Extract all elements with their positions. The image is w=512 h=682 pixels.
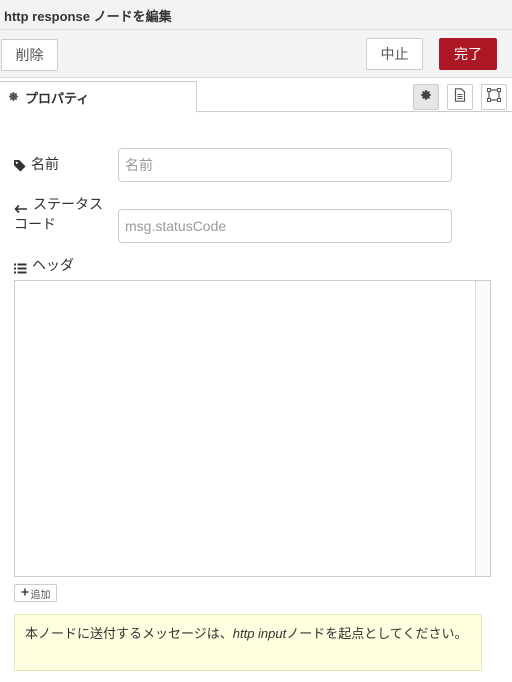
gear-icon: [420, 88, 432, 106]
headers-label-row: ヘッダ: [14, 255, 74, 279]
settings-tab-button[interactable]: [413, 84, 439, 110]
note-text-before: 本ノードに送付するメッセージは、: [25, 626, 233, 641]
add-header-label: 追加: [30, 589, 51, 601]
headers-list[interactable]: [14, 280, 491, 577]
delete-button[interactable]: 削除: [1, 39, 58, 71]
note-text-em: http input: [232, 626, 287, 641]
dialog-toolbar: 削除 中止 完了: [0, 30, 512, 78]
tag-icon: [14, 157, 26, 177]
name-input-placeholder: 名前: [125, 157, 153, 173]
name-label-row: 名前: [14, 154, 59, 177]
name-input[interactable]: 名前: [118, 148, 452, 182]
cancel-button[interactable]: 中止: [366, 38, 423, 70]
note-text-after: ノードを起点としてください。: [286, 626, 468, 641]
window-title: http response ノードを編集: [0, 0, 512, 30]
headers-scrollbar[interactable]: [475, 281, 490, 576]
info-note: 本ノードに送付するメッセージは、http inputノードを起点としてください。: [14, 614, 482, 671]
add-header-button[interactable]: 追加: [14, 584, 57, 602]
appearance-tab-button[interactable]: [481, 84, 507, 110]
tab-properties[interactable]: プロパティ: [0, 81, 197, 113]
description-tab-button[interactable]: [447, 84, 473, 110]
done-button[interactable]: 完了: [439, 38, 497, 70]
list-icon: [14, 259, 27, 279]
frame-icon: [487, 87, 501, 107]
status-label-line2: コード: [14, 216, 56, 232]
headers-label: ヘッダ: [32, 257, 74, 273]
status-code-placeholder: msg.statusCode: [125, 218, 227, 234]
document-icon: [454, 87, 466, 107]
status-label: ステータス: [33, 196, 103, 212]
gear-icon: [8, 90, 19, 105]
tab-label: プロパティ: [25, 90, 90, 106]
name-label: 名前: [31, 156, 59, 172]
status-code-input[interactable]: msg.statusCode: [118, 209, 452, 243]
plus-icon: [21, 588, 29, 599]
